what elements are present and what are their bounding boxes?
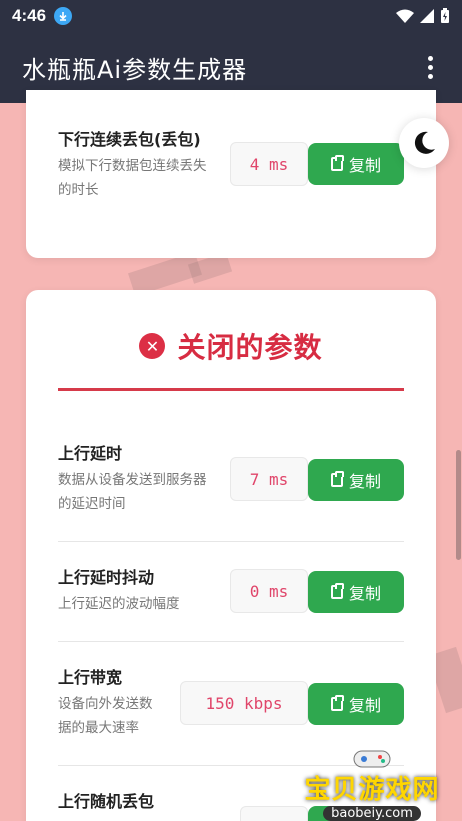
parameter-value: 150 kbps xyxy=(180,681,308,725)
watermark-logo: 宝贝游戏网 baobeiy.com xyxy=(282,730,462,821)
wifi-icon xyxy=(396,9,414,23)
moon-icon xyxy=(414,131,435,154)
copy-button[interactable]: 复制 xyxy=(308,571,404,613)
parameter-value: 0 ms xyxy=(230,569,308,613)
section-title: 关闭的参数 xyxy=(177,331,323,364)
gamepad-icon xyxy=(353,750,391,768)
status-bar: 4:46 xyxy=(0,0,462,32)
copy-button[interactable]: 复制 xyxy=(308,143,404,185)
status-time: 4:46 xyxy=(12,6,47,25)
watermark-title: 宝贝游戏网 xyxy=(304,775,440,805)
clipboard-icon xyxy=(330,583,344,599)
watermark-url: baobeiy.com xyxy=(323,806,421,821)
clipboard-icon xyxy=(330,155,344,171)
copy-button[interactable]: 复制 xyxy=(308,459,404,501)
dark-mode-toggle[interactable] xyxy=(399,118,449,168)
clipboard-icon xyxy=(330,471,344,487)
battery-icon xyxy=(441,8,449,23)
more-options-icon[interactable] xyxy=(420,56,440,79)
app-title: 水瓶瓶Ai参数生成器 xyxy=(22,56,248,84)
scrollbar[interactable] xyxy=(456,450,461,560)
row-divider xyxy=(58,541,404,542)
clipboard-icon xyxy=(330,695,344,711)
section-divider xyxy=(58,388,404,391)
row-divider xyxy=(58,641,404,642)
copy-button[interactable]: 复制 xyxy=(308,683,404,725)
parameter-value: 7 ms xyxy=(230,457,308,501)
parameter-value: 4 ms xyxy=(230,142,308,186)
signal-icon xyxy=(420,9,434,23)
download-icon xyxy=(54,7,73,25)
close-circle-icon: ✕ xyxy=(139,333,166,359)
parameter-card: 下行连续丢包(丢包) 模拟下行数据包连续丢失 的时长 4 ms 复制 xyxy=(26,90,436,258)
section-header: ✕ 关闭的参数 xyxy=(26,326,436,366)
